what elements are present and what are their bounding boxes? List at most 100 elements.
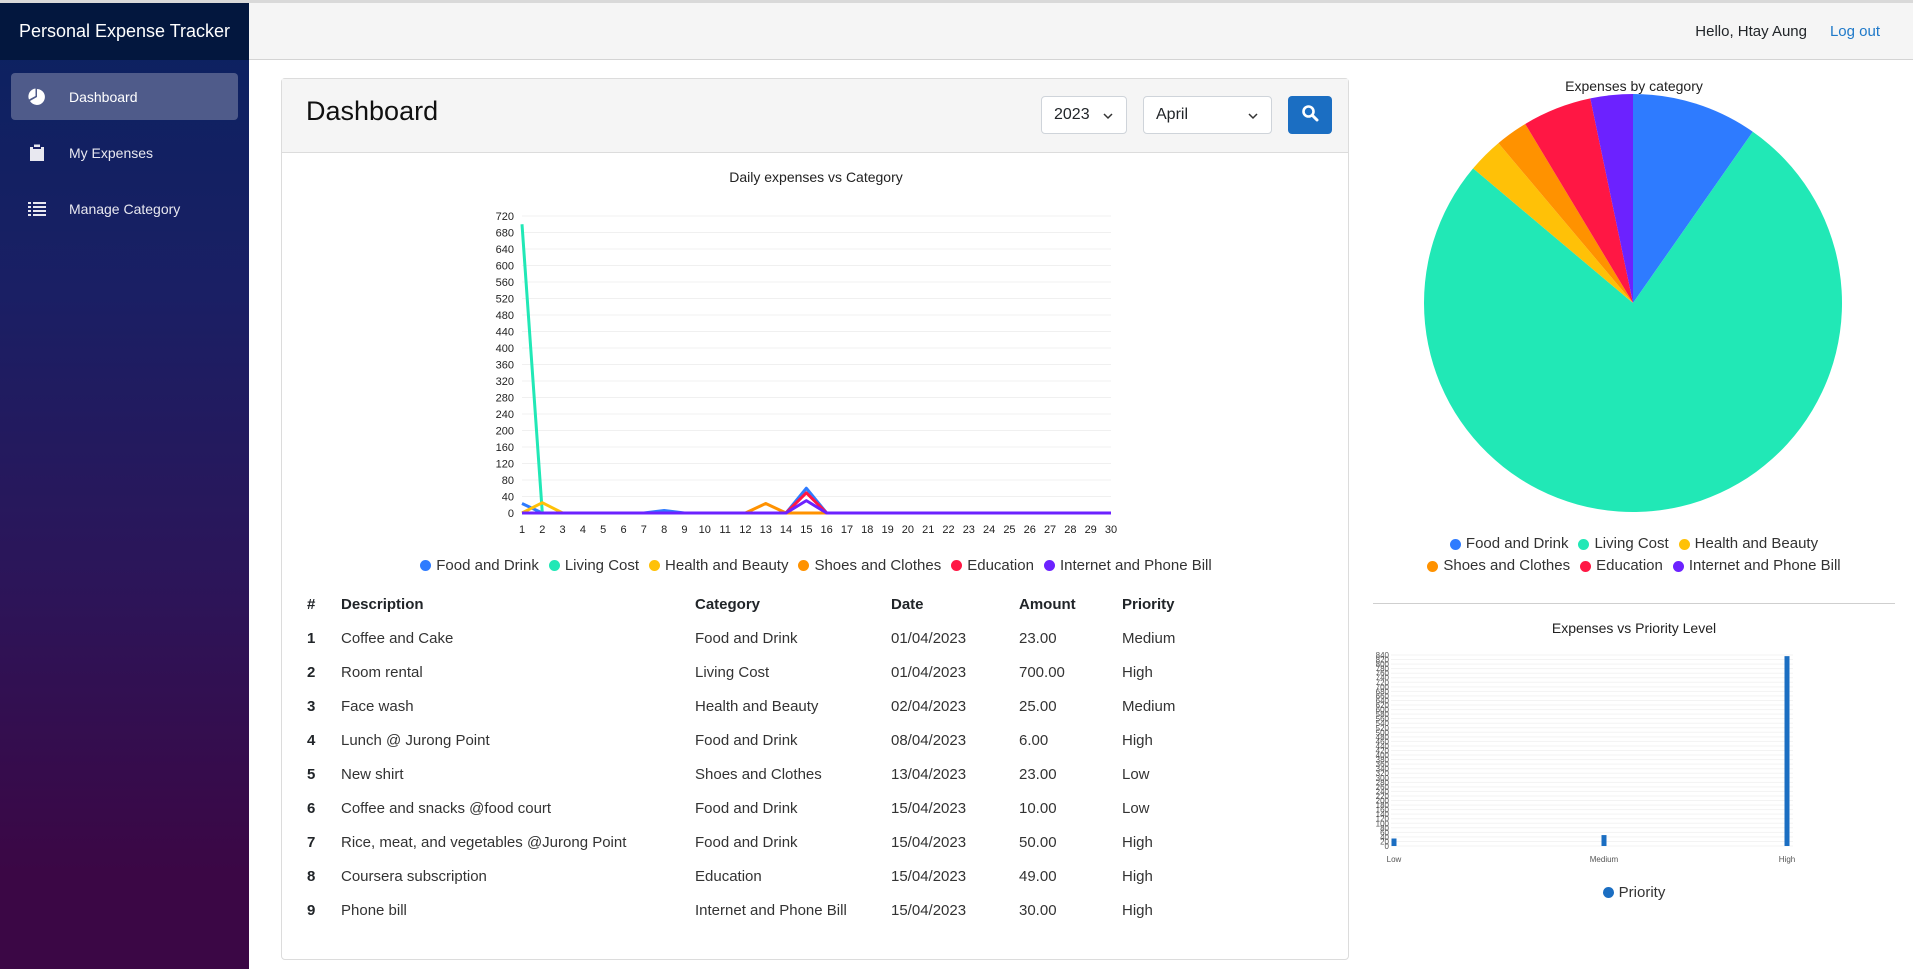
sidebar-item-dashboard[interactable]: Dashboard: [11, 73, 238, 120]
bar-low[interactable]: [1391, 838, 1397, 846]
sidebar: Personal Expense Tracker Dashboard My Ex…: [0, 3, 249, 969]
legend-label: Priority: [1618, 884, 1666, 901]
row-amount: 23.00: [1019, 629, 1057, 647]
x-tick-label: 22: [942, 524, 954, 536]
row-date: 15/04/2023: [891, 799, 967, 817]
legend-swatch: [1602, 887, 1614, 898]
legend-label: Education: [1596, 557, 1663, 574]
row-category: Living Cost: [695, 663, 770, 681]
x-tick-label: 6: [620, 524, 626, 536]
legend-item-education[interactable]: Education: [1580, 555, 1663, 577]
legend-item-food-and-drink[interactable]: Food and Drink: [420, 557, 539, 574]
legend-item-living-cost[interactable]: Living Cost: [1578, 533, 1669, 555]
legend-swatch: [1578, 538, 1590, 550]
sidebar-item-label: Manage Category: [69, 200, 181, 217]
y-tick-label: 840: [1376, 651, 1390, 660]
row-amount: 49.00: [1019, 867, 1057, 885]
row-index: 8: [307, 867, 316, 885]
y-tick-label: 600: [496, 261, 514, 273]
bar-high[interactable]: [1784, 656, 1790, 846]
table-row: 4 Lunch @ Jurong Point Food and Drink 08/04…: [299, 723, 1329, 757]
legend-label: Health and Beauty: [1694, 535, 1819, 552]
legend-item-health-and-beauty[interactable]: Health and Beauty: [1678, 533, 1819, 555]
column-header-index: #: [307, 595, 316, 613]
legend-label: Living Cost: [564, 557, 640, 574]
x-tick-label: 15: [800, 524, 812, 536]
row-date: 08/04/2023: [891, 731, 967, 749]
legend-label: Shoes and Clothes: [1443, 557, 1571, 574]
x-tick-label: Low: [1387, 855, 1402, 864]
y-tick-label: 40: [502, 492, 514, 504]
legend-item-health-and-beauty[interactable]: Health and Beauty: [649, 557, 788, 574]
legend-swatch: [1427, 560, 1439, 572]
y-tick-label: 240: [496, 409, 514, 421]
line-series-living-cost: [520, 224, 1111, 515]
daily-expenses-line-chart: 0408012016020024028032036040044048052056…: [496, 211, 1117, 536]
row-priority: Low: [1122, 799, 1150, 817]
y-tick-label: 720: [496, 211, 514, 223]
legend-label: Health and Beauty: [665, 557, 789, 574]
row-priority: Medium: [1122, 697, 1176, 715]
y-tick-label: 520: [496, 294, 514, 306]
line-series-education: [522, 491, 1111, 515]
legend-swatch: [1449, 538, 1461, 550]
x-tick-label: 27: [1044, 524, 1056, 536]
x-tick-label: 2: [539, 524, 545, 536]
x-tick-label: 21: [922, 524, 934, 536]
row-date: 15/04/2023: [891, 833, 967, 851]
legend-item-living-cost[interactable]: Living Cost: [548, 557, 640, 574]
bar-medium[interactable]: [1601, 835, 1607, 846]
legend-item-food-and-drink[interactable]: Food and Drink: [1449, 533, 1569, 555]
x-tick-label: 24: [983, 524, 995, 536]
x-tick-label: 9: [681, 524, 687, 536]
y-tick-label: 560: [496, 277, 514, 289]
legend-swatch: [1580, 560, 1592, 572]
row-description: Rice, meat, and vegetables @Jurong Point: [341, 833, 627, 851]
legend-label: Food and Drink: [1465, 535, 1569, 552]
y-tick-label: 480: [496, 310, 514, 322]
expenses-table: # Description Category Date Amount Priority 1…: [299, 587, 1329, 927]
legend-item-internet-and-phone-bill[interactable]: Internet and Phone Bill: [1043, 557, 1212, 574]
x-tick-label: 13: [760, 524, 772, 536]
x-tick-label: 7: [641, 524, 647, 536]
row-priority: High: [1122, 867, 1153, 885]
sidebar-item-my-expenses[interactable]: My Expenses: [11, 129, 238, 176]
legend-item-education[interactable]: Education: [951, 557, 1034, 574]
expenses-vs-priority-bar-chart: 0204060801001201401601802002202402602803…: [1376, 651, 1796, 864]
column-header-date: Date: [891, 595, 924, 613]
x-tick-label: 5: [600, 524, 606, 536]
y-tick-label: 280: [496, 393, 514, 405]
x-tick-label: 16: [821, 524, 833, 536]
column-header-category: Category: [695, 595, 761, 613]
legend-item-priority[interactable]: Priority: [1602, 884, 1666, 901]
clipboard-icon: [27, 143, 47, 163]
pie-chart-icon: [27, 87, 47, 107]
table-row: 1 Coffee and Cake Food and Drink 01/04/2023…: [299, 621, 1329, 655]
legend-swatch: [798, 560, 810, 571]
column-header-description: Description: [341, 595, 424, 613]
app-title: Personal Expense Tracker: [0, 3, 249, 60]
row-amount: 25.00: [1019, 697, 1057, 715]
legend-item-internet-and-phone-bill[interactable]: Internet and Phone Bill: [1672, 555, 1841, 577]
y-tick-label: 320: [496, 376, 514, 388]
bar-chart-legend: Priority: [1373, 884, 1895, 901]
legend-item-shoes-and-clothes[interactable]: Shoes and Clothes: [1427, 555, 1570, 577]
user-greeting: Hello, Htay Aung: [1695, 23, 1807, 40]
row-description: New shirt: [341, 765, 404, 783]
x-tick-label: 8: [661, 524, 667, 536]
row-category: Food and Drink: [695, 731, 798, 749]
x-tick-label: 19: [881, 524, 893, 536]
table-row: 6 Coffee and snacks @food court Food and D…: [299, 791, 1329, 825]
sidebar-item-manage-category[interactable]: Manage Category: [11, 185, 238, 232]
row-amount: 30.00: [1019, 901, 1057, 919]
y-tick-label: 160: [496, 442, 514, 454]
legend-swatch: [548, 560, 560, 571]
y-tick-label: 680: [496, 228, 514, 240]
logout-link[interactable]: Log out: [1830, 23, 1880, 40]
legend-label: Food and Drink: [436, 557, 539, 574]
x-tick-label: 29: [1085, 524, 1097, 536]
row-priority: High: [1122, 833, 1153, 851]
x-tick-label: 4: [580, 524, 586, 536]
legend-item-shoes-and-clothes[interactable]: Shoes and Clothes: [798, 557, 941, 574]
top-header: Hello, Htay Aung Log out: [249, 3, 1913, 60]
